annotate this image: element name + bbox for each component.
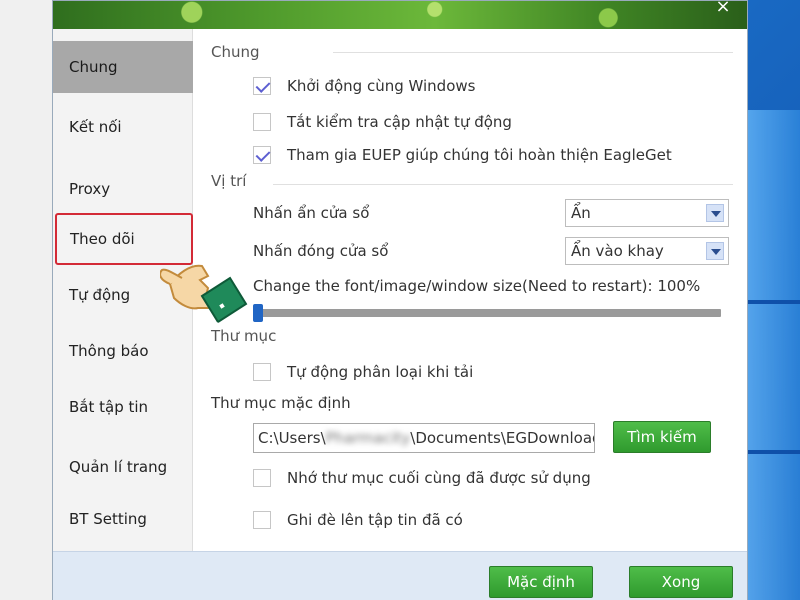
join-euep-checkbox[interactable] (253, 146, 271, 164)
section-divider (273, 184, 733, 185)
sidebar-item-chung[interactable]: Chung (53, 41, 193, 93)
settings-dialog: × Chung Kết nối Proxy Theo dõi Tự động T… (52, 0, 748, 600)
search-folder-button[interactable]: Tìm kiếm (613, 421, 711, 453)
folder-path-prefix: C:\Users\ (258, 429, 326, 447)
disable-auto-update-label: Tắt kiểm tra cập nhật tự động (287, 113, 512, 131)
window-size-slider-thumb[interactable] (253, 304, 263, 322)
close-window-label: Nhấn đóng cửa sổ (253, 242, 389, 260)
sidebar-item-quan-li-trang[interactable]: Quản lí trang (53, 441, 193, 493)
start-with-windows-label: Khởi động cùng Windows (287, 77, 476, 95)
close-window-select[interactable]: Ẩn vào khay (565, 237, 729, 265)
start-with-windows-checkbox[interactable] (253, 77, 271, 95)
overwrite-files-checkbox[interactable] (253, 511, 271, 529)
join-euep-option[interactable]: Tham gia EUEP giúp chúng tôi hoàn thiện … (253, 144, 672, 166)
section-title-position: Vị trí (211, 172, 247, 190)
overwrite-files-option[interactable]: Ghi đè lên tập tin đã có (253, 509, 463, 531)
sidebar-item-ket-noi[interactable]: Kết nối (53, 101, 193, 153)
sidebar-item-thong-bao[interactable]: Thông báo (53, 325, 193, 377)
section-divider (333, 52, 733, 53)
windows-logo-pane (748, 110, 800, 600)
auto-classify-label: Tự động phân loại khi tải (287, 363, 474, 381)
start-with-windows-option[interactable]: Khởi động cùng Windows (253, 75, 475, 97)
disable-auto-update-checkbox[interactable] (253, 113, 271, 131)
folder-path-masked: Pharmacity (325, 429, 411, 447)
dialog-footer: Mặc định Xong (53, 551, 747, 600)
left-desktop-strip (0, 0, 52, 600)
leaf-banner: × (53, 0, 747, 29)
settings-content: Chung Khởi động cùng Windows Tắt kiểm tr… (193, 29, 747, 551)
hide-window-select[interactable]: Ẩn (565, 199, 729, 227)
hide-window-label: Nhấn ẩn cửa sổ (253, 204, 370, 222)
disable-auto-update-option[interactable]: Tắt kiểm tra cập nhật tự động (253, 111, 512, 133)
sidebar-item-bt-setting[interactable]: BT Setting (53, 493, 193, 545)
window-size-label: Change the font/image/window size(Need t… (253, 277, 701, 295)
remember-last-folder-option[interactable]: Nhớ thư mục cuối cùng đã được sử dụng (253, 467, 591, 489)
remember-last-folder-checkbox[interactable] (253, 469, 271, 487)
default-folder-input[interactable]: C:\Users\Pharmacity\Documents\EGDownload (253, 423, 595, 453)
join-euep-label: Tham gia EUEP giúp chúng tôi hoàn thiện … (287, 146, 672, 164)
sidebar-item-proxy[interactable]: Proxy (53, 163, 193, 215)
default-folder-label: Thư mục mặc định (211, 394, 351, 412)
done-button[interactable]: Xong (629, 566, 733, 598)
auto-classify-option[interactable]: Tự động phân loại khi tải (253, 361, 473, 383)
auto-classify-checkbox[interactable] (253, 363, 271, 381)
folder-path-suffix: \Documents\EGDownload (410, 429, 595, 447)
close-window-value: Ẩn vào khay (571, 242, 664, 260)
window-size-slider[interactable] (253, 304, 721, 322)
pointing-hand-icon (160, 264, 248, 328)
close-icon[interactable]: × (713, 0, 733, 17)
sidebar-item-bat-tap-tin[interactable]: Bắt tập tin (53, 381, 193, 433)
remember-last-folder-label: Nhớ thư mục cuối cùng đã được sử dụng (287, 469, 591, 487)
hide-window-value: Ẩn (571, 204, 591, 222)
overwrite-files-label: Ghi đè lên tập tin đã có (287, 511, 463, 529)
chevron-down-icon[interactable] (706, 242, 724, 260)
section-title-folder: Thư mục (211, 327, 277, 345)
chevron-down-icon[interactable] (706, 204, 724, 222)
default-button[interactable]: Mặc định (489, 566, 593, 598)
section-title-general: Chung (211, 43, 260, 61)
